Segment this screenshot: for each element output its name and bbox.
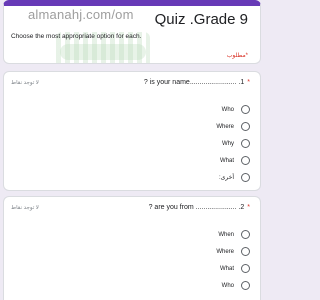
radio-button[interactable] [241, 230, 250, 239]
option-label: Why [222, 140, 234, 147]
watermark-url: almanahj.com/om [28, 7, 134, 22]
option-other[interactable]: أخرى: [216, 169, 250, 186]
option-label: When [218, 231, 234, 238]
radio-button[interactable] [241, 105, 250, 114]
radio-button[interactable] [241, 247, 250, 256]
radio-button[interactable] [241, 281, 250, 290]
option-why[interactable]: Why [216, 135, 250, 152]
required-marker: * [247, 79, 250, 86]
radio-button[interactable] [241, 122, 250, 131]
question-points: لا توجد نقاط [11, 205, 39, 211]
required-note: *مطلوب [226, 53, 248, 59]
watermark-logo-shape [60, 44, 146, 60]
radio-button[interactable] [241, 173, 250, 182]
option-what[interactable]: What [216, 260, 250, 277]
option-where[interactable]: Where [216, 243, 250, 260]
question-title: 1. ........................is your name … [144, 79, 250, 86]
required-marker: * [247, 204, 250, 211]
option-label: Where [216, 123, 234, 130]
form-header-card: almanahj.com/om Quiz .Grade 9 Choose the… [3, 0, 261, 64]
radio-button[interactable] [241, 156, 250, 165]
option-where[interactable]: Where [216, 118, 250, 135]
question-title-text: 1. ........................is your name … [143, 79, 245, 86]
option-label: أخرى: [218, 175, 234, 181]
option-label: What [219, 157, 234, 164]
option-when[interactable]: When [216, 226, 250, 243]
option-label: Who [221, 106, 234, 113]
option-label: Who [221, 282, 234, 289]
question-title: 2. ..................... are you from ? … [149, 204, 250, 211]
question-title-text: 2. ..................... are you from ? [148, 204, 245, 211]
form-title: Quiz .Grade 9 [154, 11, 248, 28]
option-what[interactable]: What [216, 152, 250, 169]
radio-button[interactable] [241, 139, 250, 148]
question-card-2: لا توجد نقاط 2. ..................... ar… [3, 196, 261, 300]
option-who[interactable]: Who [216, 277, 250, 294]
radio-button[interactable] [241, 264, 250, 273]
options-list: When Where What Who [216, 226, 250, 294]
question-card-1: لا توجد نقاط 1. ........................… [3, 71, 261, 191]
option-label: Where [216, 248, 234, 255]
options-list: Who Where Why What أخرى: [216, 101, 250, 186]
option-label: What [219, 265, 234, 272]
question-points: لا توجد نقاط [11, 80, 39, 86]
option-who[interactable]: Who [216, 101, 250, 118]
form-description: Choose the most appropriate option for e… [11, 33, 142, 40]
